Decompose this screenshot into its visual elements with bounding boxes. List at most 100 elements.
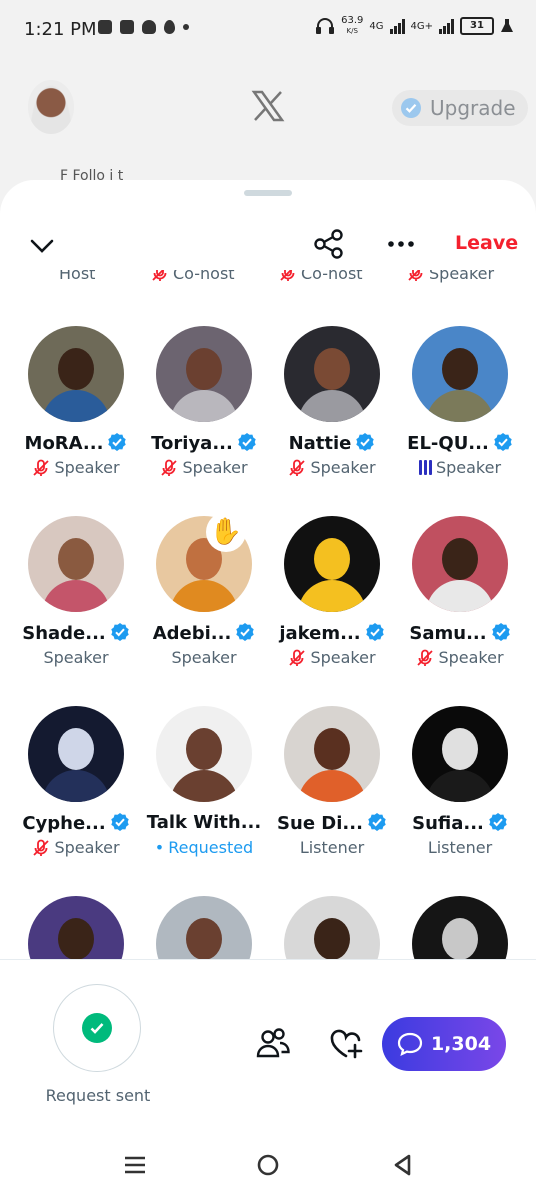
role-label: Speaker [429, 270, 495, 283]
participant-avatar[interactable] [28, 896, 124, 960]
participant-avatar[interactable] [28, 706, 124, 802]
participant-card[interactable]: Talk With... • Requested [140, 706, 268, 896]
participant-card[interactable] [268, 896, 396, 960]
leave-button[interactable]: Leave [455, 232, 518, 254]
verified-badge-icon [401, 98, 421, 118]
mic-muted-icon [289, 649, 306, 666]
participant-avatar[interactable] [156, 896, 252, 960]
participant-avatar[interactable] [284, 706, 380, 802]
participant-name: EL-QU... [396, 432, 524, 454]
mic-muted-icon [161, 459, 178, 476]
participant-name: Sue Di... [268, 812, 396, 834]
participant-card[interactable] [140, 896, 268, 960]
participant-name-text: Toriya... [151, 433, 233, 454]
more-options-icon[interactable] [385, 234, 417, 254]
heart-plus-icon[interactable] [328, 1027, 364, 1061]
participant-card[interactable]: Sufia... Listener [396, 706, 524, 896]
drop-icon [164, 20, 175, 34]
people-icon[interactable] [255, 1025, 291, 1061]
participant-avatar[interactable] [412, 326, 508, 422]
raised-hand-icon: ✋ [206, 512, 246, 552]
x-logo-icon [251, 90, 285, 122]
avatar-face [186, 918, 222, 960]
avatar-body [298, 580, 366, 612]
recent-apps-icon[interactable] [120, 1150, 150, 1180]
verified-badge-icon [494, 433, 512, 451]
request-label: Request sent [45, 1086, 151, 1105]
participant-role: • Requested [140, 838, 268, 857]
more-notifications-icon [183, 24, 189, 30]
add-contact-icon [98, 20, 112, 34]
participant-role: Speaker [396, 648, 524, 667]
request-button[interactable] [53, 984, 141, 1072]
mic-muted-icon [417, 649, 434, 666]
participant-name-text: Sufia... [412, 813, 484, 834]
back-icon[interactable] [388, 1150, 418, 1180]
participant-role-text: Requested [168, 838, 254, 857]
participant-card[interactable] [12, 896, 140, 960]
verified-badge-icon [110, 813, 129, 831]
notification-icons [98, 20, 189, 34]
participant-role-text: Listener [299, 838, 365, 857]
participant-name: jakem... [268, 622, 396, 644]
participant-avatar[interactable] [156, 706, 252, 802]
avatar-body [170, 390, 238, 422]
avatar-body [426, 770, 494, 802]
participant-avatar[interactable] [412, 706, 508, 802]
participant-card[interactable]: ✋ Adebi... Speaker [140, 512, 268, 706]
chat-button[interactable]: 1,304 [382, 1017, 506, 1071]
chat-count: 1,304 [430, 1033, 492, 1055]
participant-name-text: Adebi... [152, 623, 232, 644]
participant-role-text: Speaker [54, 838, 120, 857]
participant-avatar[interactable] [28, 326, 124, 422]
net-speed-unit: K/S [346, 27, 358, 35]
mic-muted-icon [289, 459, 306, 476]
participant-card[interactable]: jakem... Speaker [268, 516, 396, 706]
participant-avatar[interactable] [284, 326, 380, 422]
participant-name-text: Samu... [409, 623, 487, 644]
participant-role: Speaker [268, 458, 396, 477]
participant-avatar[interactable] [156, 326, 252, 422]
upgrade-button[interactable]: Upgrade [392, 90, 528, 126]
participant-card[interactable]: Sue Di... Listener [268, 706, 396, 896]
participant-name: Shade... [12, 622, 140, 644]
participant-card[interactable]: Cyphe... Speaker [12, 706, 140, 896]
profile-avatar[interactable] [28, 80, 74, 134]
requested-dot-icon: • [154, 838, 165, 857]
participant-avatar[interactable] [28, 516, 124, 612]
participant-name: Toriya... [140, 432, 268, 454]
participant-card[interactable]: EL-QU... Speaker [396, 326, 524, 516]
participant-role-text: Speaker [43, 648, 109, 667]
home-icon[interactable] [253, 1150, 283, 1180]
participant-card[interactable]: Toriya... Speaker [140, 326, 268, 516]
share-icon[interactable] [313, 228, 345, 260]
participant-role-text: Speaker [438, 648, 504, 667]
app-icon [120, 20, 134, 34]
net-speed: 63.9 K/S [341, 16, 363, 36]
participant-card[interactable]: Samu... Speaker [396, 516, 524, 706]
participant-card[interactable] [396, 896, 524, 960]
participant-avatar[interactable] [284, 516, 380, 612]
avatar-face [314, 348, 350, 390]
participant-card[interactable]: Nattie Speaker [268, 326, 396, 516]
avatar-face [58, 728, 94, 770]
participant-card[interactable]: Shade... Speaker [12, 516, 140, 706]
avatar-body [42, 770, 110, 802]
participant-name-text: Nattie [288, 433, 352, 454]
avatar-body [42, 580, 110, 612]
participant-avatar[interactable] [284, 896, 380, 960]
role-label: Co-host [173, 270, 235, 283]
avatar-body [298, 770, 366, 802]
participant-avatar[interactable] [412, 516, 508, 612]
chevron-down-icon[interactable] [28, 232, 56, 260]
avatar-body [298, 390, 366, 422]
participant-avatar[interactable] [412, 896, 508, 960]
participant-card[interactable]: MoRA... Speaker [12, 326, 140, 516]
drag-handle[interactable] [244, 190, 292, 196]
participant-grid: MoRA... Speaker Toriya... Speaker Nattie Spea… [12, 326, 524, 960]
participant-role-text: Speaker [310, 458, 376, 477]
avatar-face [442, 728, 478, 770]
participant-role: Speaker [12, 838, 140, 857]
participant-role: Speaker [140, 648, 268, 667]
verified-badge-icon [491, 623, 510, 641]
